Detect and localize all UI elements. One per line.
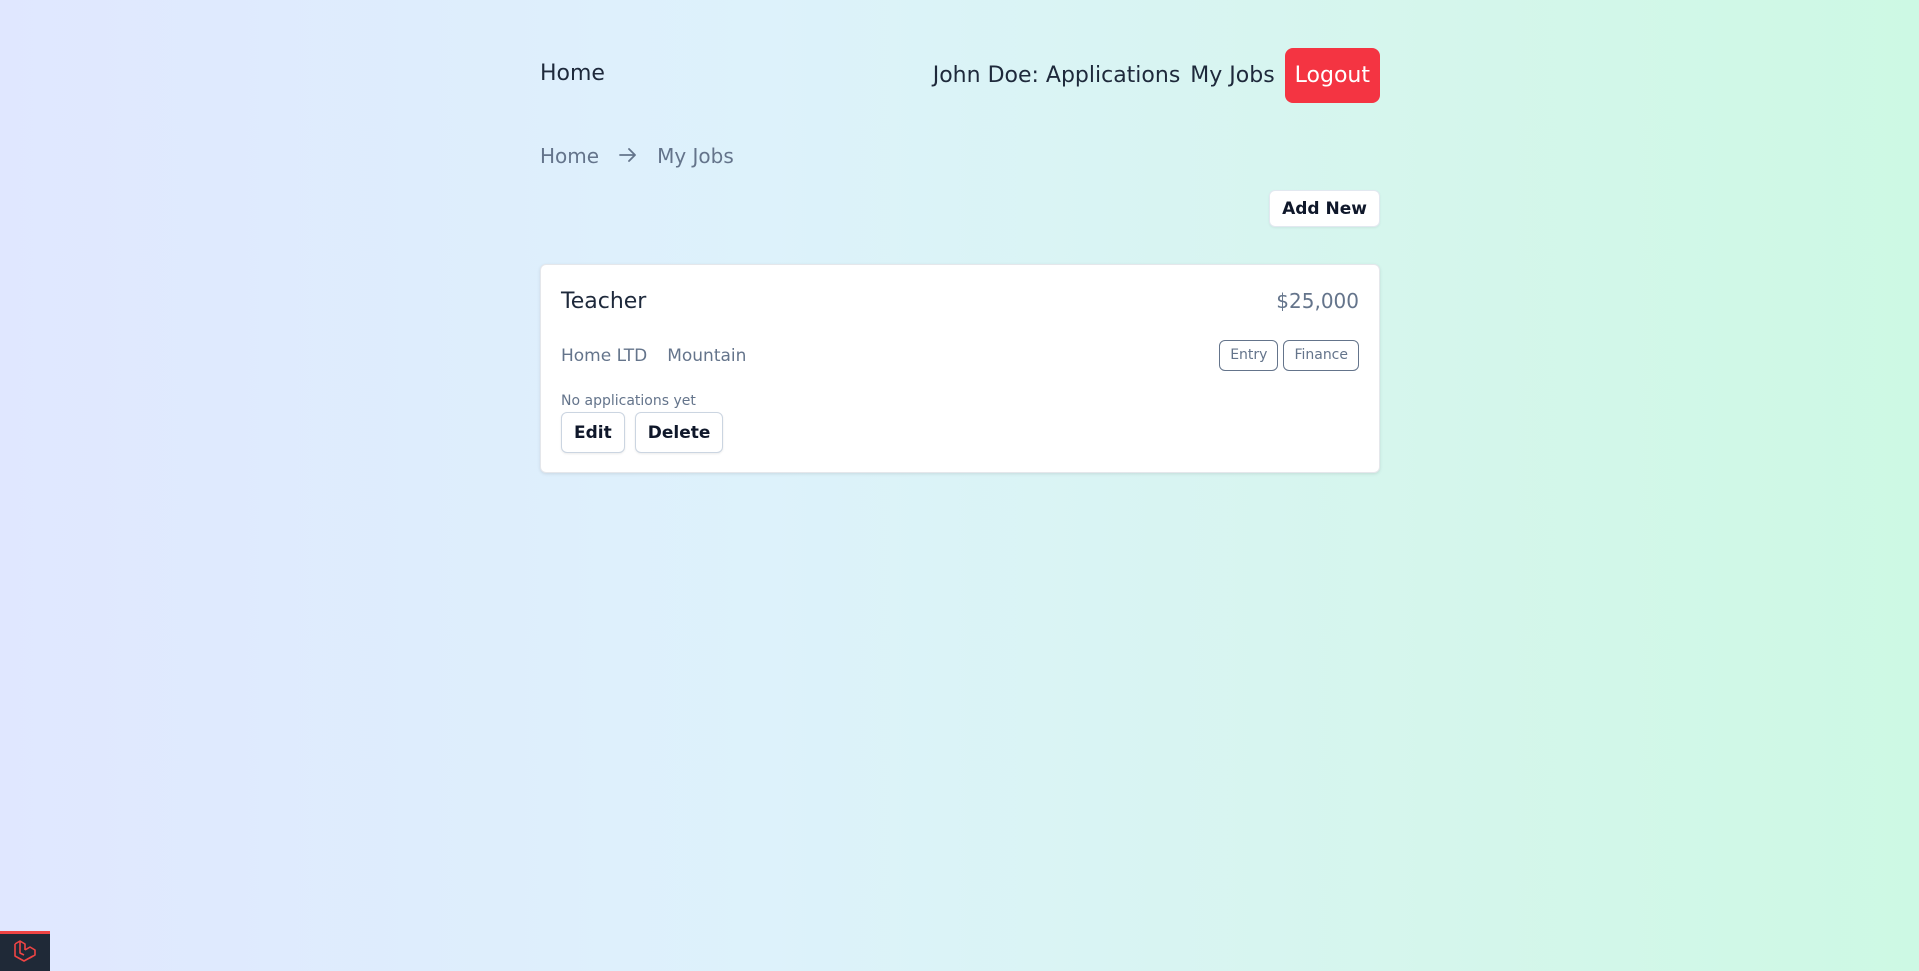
job-meta: Home LTD Mountain <box>561 346 766 366</box>
tag-entry[interactable]: Entry <box>1219 340 1279 371</box>
job-title: Teacher <box>561 289 647 314</box>
edit-button[interactable]: Edit <box>561 412 625 453</box>
applications-status: No applications yet <box>561 393 696 409</box>
laravel-logo-icon <box>12 938 38 968</box>
breadcrumb-home[interactable]: Home <box>540 144 599 168</box>
tag-finance[interactable]: Finance <box>1283 340 1359 371</box>
job-location: Mountain <box>667 346 747 366</box>
laravel-debug-badge[interactable] <box>0 931 50 971</box>
job-card: Teacher $25,000 Home LTD Mountain Entry … <box>540 264 1380 473</box>
job-salary: $25,000 <box>1276 289 1359 313</box>
nav-applications-link[interactable]: John Doe: Applications <box>933 63 1181 88</box>
job-company: Home LTD <box>561 346 648 366</box>
add-new-button[interactable]: Add New <box>1269 190 1380 227</box>
breadcrumb-my-jobs[interactable]: My Jobs <box>657 144 734 168</box>
job-tags: Entry Finance <box>1214 340 1359 371</box>
arrow-right-icon <box>619 144 637 168</box>
nav-home-link[interactable]: Home <box>540 61 605 86</box>
job-card-actions: Edit Delete <box>561 412 733 453</box>
page-container: Home John Doe: Applications My Jobs Logo… <box>540 0 1380 473</box>
nav-my-jobs-link[interactable]: My Jobs <box>1190 63 1274 88</box>
delete-button[interactable]: Delete <box>634 412 724 453</box>
top-nav: Home John Doe: Applications My Jobs Logo… <box>540 0 1380 152</box>
nav-right-group: John Doe: Applications My Jobs Logout <box>933 48 1380 103</box>
breadcrumb: Home My Jobs <box>540 144 734 168</box>
logout-button[interactable]: Logout <box>1284 48 1380 103</box>
